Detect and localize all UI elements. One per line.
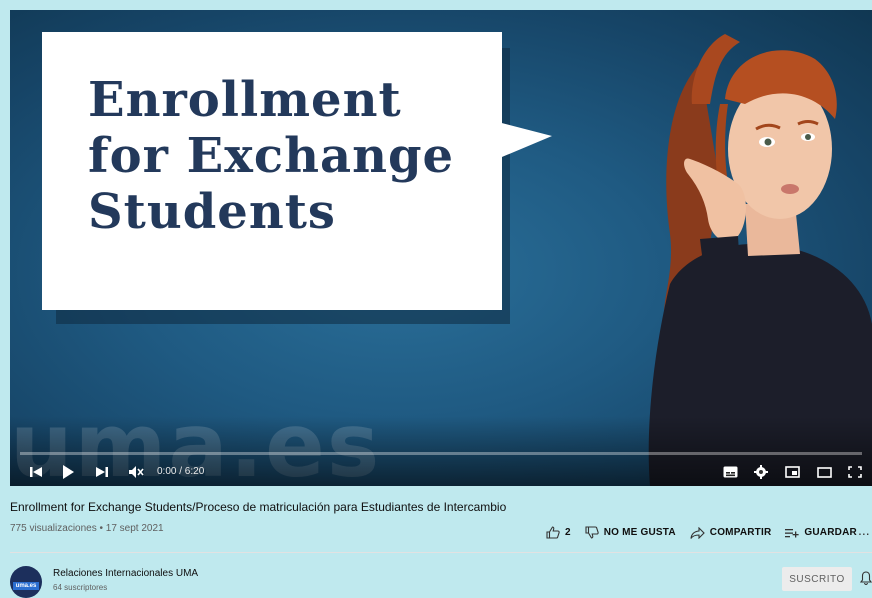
fullscreen-icon[interactable] <box>845 462 865 482</box>
time-display: 0:00 / 6:20 <box>157 466 205 477</box>
share-icon <box>690 526 705 539</box>
previous-icon[interactable] <box>26 462 46 482</box>
like-count: 2 <box>565 527 571 538</box>
video-title: Enrollment for Exchange Students/Proceso… <box>10 500 507 514</box>
video-meta: 775 visualizaciones • 17 sept 2021 <box>10 523 164 534</box>
bell-icon[interactable] <box>859 571 872 590</box>
channel-name[interactable]: Relaciones Internacionales UMA <box>53 568 198 579</box>
divider <box>10 552 872 553</box>
play-icon[interactable] <box>58 462 78 482</box>
thumbnail-title: Enrollment for Exchange Students <box>88 72 455 240</box>
next-icon[interactable] <box>92 462 112 482</box>
playlist-add-icon <box>785 528 800 537</box>
subtitles-icon[interactable] <box>720 462 740 482</box>
more-actions-button[interactable]: ... <box>858 522 870 538</box>
share-label: COMPARTIR <box>709 527 772 538</box>
page: Enrollment for Exchange Students uma.es <box>0 0 872 598</box>
avatar-logo: uma.es <box>12 582 40 590</box>
thumbs-up-icon <box>546 526 560 539</box>
video-player[interactable]: Enrollment for Exchange Students uma.es <box>10 10 872 486</box>
progress-bar[interactable] <box>20 452 862 455</box>
miniplayer-icon[interactable] <box>782 462 802 482</box>
thumbs-down-icon <box>585 526 599 539</box>
channel-avatar[interactable]: uma.es <box>10 566 42 598</box>
subscribed-button[interactable]: SUSCRITO <box>782 567 852 591</box>
settings-icon[interactable] <box>751 462 771 482</box>
save-button[interactable]: GUARDAR <box>785 527 857 538</box>
mute-icon[interactable] <box>126 462 146 482</box>
subscriber-count: 64 suscriptores <box>53 583 108 592</box>
dislike-button[interactable]: NO ME GUSTA <box>585 526 676 539</box>
share-button[interactable]: COMPARTIR <box>690 526 772 539</box>
action-bar: 2 NO ME GUSTA COMPARTIR GUARDAR <box>546 526 871 539</box>
dislike-label: NO ME GUSTA <box>603 527 676 538</box>
save-label: GUARDAR <box>804 527 857 538</box>
theater-icon[interactable] <box>814 462 834 482</box>
speech-bubble-tail <box>490 120 552 162</box>
like-button[interactable]: 2 <box>546 526 571 539</box>
